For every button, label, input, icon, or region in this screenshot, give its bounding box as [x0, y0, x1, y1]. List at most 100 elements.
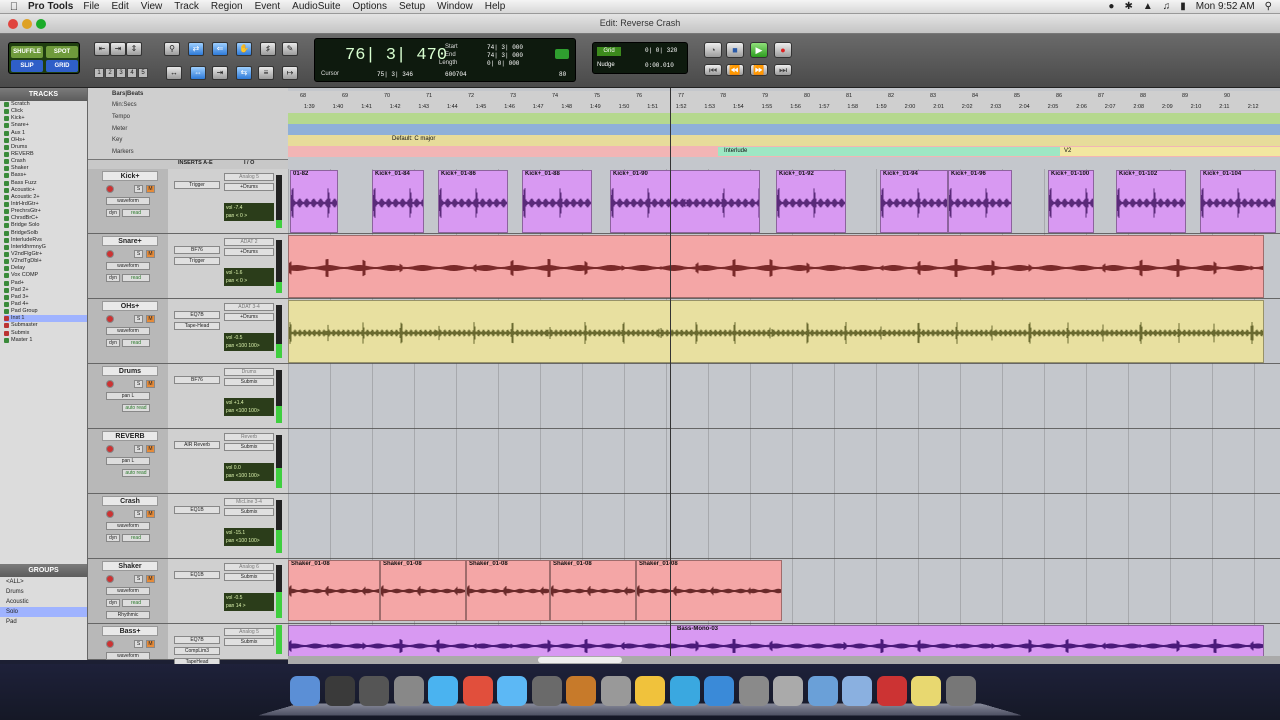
tempo-ruler[interactable] — [288, 113, 1280, 124]
dock-icon-mix[interactable] — [359, 676, 389, 706]
ruler-label-meter[interactable]: Meter — [112, 126, 127, 132]
track-list-item[interactable]: V2ndTgDbl+ — [4, 258, 87, 265]
volume-readout[interactable]: vol +1.4 — [226, 399, 272, 407]
menu-clock[interactable]: Mon 9:52 AM — [1196, 1, 1255, 12]
zoom-preset-4[interactable]: 4 — [127, 68, 137, 78]
volume-pan-display[interactable]: vol -15.1 pan <100 100> — [224, 528, 274, 546]
menu-event[interactable]: Event — [255, 1, 281, 12]
pan-readout[interactable]: pan <100 100> — [226, 472, 272, 480]
pan-readout[interactable]: pan <100 100> — [226, 342, 272, 350]
dock-icon-finder[interactable] — [290, 676, 320, 706]
group-item[interactable]: <ALL> — [0, 577, 87, 587]
track-list-item[interactable]: Scratch — [4, 101, 87, 108]
track-name[interactable]: Shaker — [102, 561, 158, 571]
dock-icon-preview[interactable] — [600, 676, 631, 706]
track-name[interactable]: Kick+ — [102, 171, 158, 181]
inserts-header[interactable]: INSERTS A-E — [178, 160, 213, 166]
track-list-item[interactable]: REVERB — [4, 151, 87, 158]
dyn-button[interactable]: dyn — [106, 339, 120, 347]
ruler-label-tempo[interactable]: Tempo — [112, 114, 130, 120]
battery-icon[interactable]: ▮ — [1180, 1, 1186, 12]
ruler-label-bars[interactable]: Bars|Beats — [112, 91, 143, 97]
volume-readout[interactable]: vol -0.5 — [226, 334, 272, 342]
output-selector[interactable]: Submix — [224, 378, 274, 386]
track-visibility-icon[interactable] — [4, 323, 9, 329]
dyn-button[interactable]: dyn — [106, 599, 120, 607]
track-view-selector[interactable]: pan L — [106, 457, 150, 465]
pan-readout[interactable]: pan < 0 > — [226, 277, 272, 285]
zoom-preset-3[interactable]: 3 — [116, 68, 126, 78]
nudge-value[interactable]: 0:00.010 — [645, 62, 674, 69]
track-list-item[interactable]: Vox COMP — [4, 272, 87, 279]
region-name[interactable]: Kick+_01-92 — [779, 171, 814, 177]
region-name[interactable]: Shaker_01-08 — [639, 561, 678, 567]
track-name[interactable]: Drums — [102, 366, 158, 376]
volume-readout[interactable]: vol -1.6 — [226, 269, 272, 277]
pan-readout[interactable]: pan <100 100> — [226, 407, 272, 415]
track-view-selector[interactable]: waveform — [106, 587, 150, 595]
insert-slot[interactable]: BF76 — [174, 376, 220, 384]
play-icon[interactable]: ▶ — [750, 42, 768, 58]
track-visibility-icon[interactable] — [4, 316, 9, 322]
nudge-label[interactable]: Nudge — [597, 62, 615, 68]
region-name[interactable]: Bass-Mono-03 — [677, 626, 718, 632]
mute-button[interactable]: M — [146, 380, 155, 388]
tempo-value[interactable]: 80 — [559, 71, 566, 78]
region-name[interactable]: Kick+_01-94 — [883, 171, 918, 177]
region-name[interactable]: Shaker_01-08 — [553, 561, 592, 567]
key-ruler[interactable]: Default: C major — [288, 135, 1280, 146]
zoomer-tool-icon[interactable]: ⚲ — [164, 42, 180, 56]
automation-mode[interactable]: read — [122, 209, 150, 217]
track-visibility-icon[interactable] — [4, 294, 9, 300]
track-visibility-icon[interactable] — [4, 187, 9, 193]
track-list-item[interactable]: Bass+ — [4, 172, 87, 179]
shaker-region[interactable]: Shaker_01-08 — [466, 560, 550, 621]
keyboard-focus-icon[interactable]: ↦ — [282, 66, 298, 80]
menu-track[interactable]: Track — [174, 1, 199, 12]
ruler-label-key[interactable]: Key — [112, 137, 122, 143]
volume-pan-display[interactable]: vol -0.5 pan 14 > — [224, 593, 274, 611]
dock-icon-chrome[interactable] — [462, 676, 493, 706]
snare-region[interactable] — [288, 235, 1264, 298]
kick-region[interactable]: Kick+_01-96 — [948, 170, 1012, 233]
kick-region[interactable]: Kick+_01-90 — [610, 170, 760, 233]
main-counter[interactable]: 76| 3| 470 — [345, 46, 447, 65]
track-list-item[interactable]: Delay — [4, 265, 87, 272]
io-header[interactable]: I / O — [244, 160, 254, 166]
conductor-icon[interactable] — [555, 49, 569, 59]
track-visibility-icon[interactable] — [4, 151, 9, 157]
input-selector[interactable]: MicLine 3-4 — [224, 498, 274, 506]
track-list-item[interactable]: Master 1 — [4, 337, 87, 344]
track-visibility-icon[interactable] — [4, 266, 9, 272]
app-menu[interactable]: Pro Tools — [28, 1, 73, 12]
kick-region[interactable]: Kick+_01-84 — [372, 170, 424, 233]
region-name[interactable]: Kick+_01-96 — [951, 171, 986, 177]
dock-icon-garageband[interactable] — [566, 676, 596, 706]
pan-readout[interactable]: pan 14 > — [226, 602, 272, 610]
input-selector[interactable]: Reverb — [224, 433, 274, 441]
track-list-item[interactable]: Acoustic+ — [4, 187, 87, 194]
zoom-preset-2[interactable]: 2 — [105, 68, 115, 78]
volume-readout[interactable]: vol -7.4 — [226, 204, 272, 212]
track-list-item[interactable]: Crash — [4, 158, 87, 165]
mute-button[interactable]: M — [146, 315, 155, 323]
track-visibility-icon[interactable] — [4, 102, 9, 107]
track-visibility-icon[interactable] — [4, 109, 9, 115]
insert-slot[interactable]: EQ1B — [174, 571, 220, 579]
shaker-region[interactable]: Shaker_01-08 — [636, 560, 782, 621]
track-view-selector[interactable]: waveform — [106, 262, 150, 270]
group-selector[interactable]: Rhythmic — [106, 611, 150, 619]
dock-icon-safari[interactable] — [704, 676, 734, 706]
pan-readout[interactable]: pan <100 100> — [226, 537, 272, 545]
track-list-item[interactable]: Pad 2+ — [4, 287, 87, 294]
grid-button[interactable]: Grid — [597, 47, 621, 56]
zoom-preset-5[interactable]: 5 — [138, 68, 148, 78]
key-signature-label[interactable]: Default: C major — [388, 136, 435, 142]
region-name[interactable]: Kick+_01-90 — [613, 171, 648, 177]
mirror-midi-icon[interactable]: ≡ — [258, 66, 274, 80]
track-list-item[interactable]: Submaster — [4, 322, 87, 329]
track-visibility-icon[interactable] — [4, 337, 9, 343]
mute-button[interactable]: M — [146, 185, 155, 193]
ohs-region[interactable] — [288, 300, 1264, 363]
track-list-item[interactable]: Acoustic 2+ — [4, 194, 87, 201]
